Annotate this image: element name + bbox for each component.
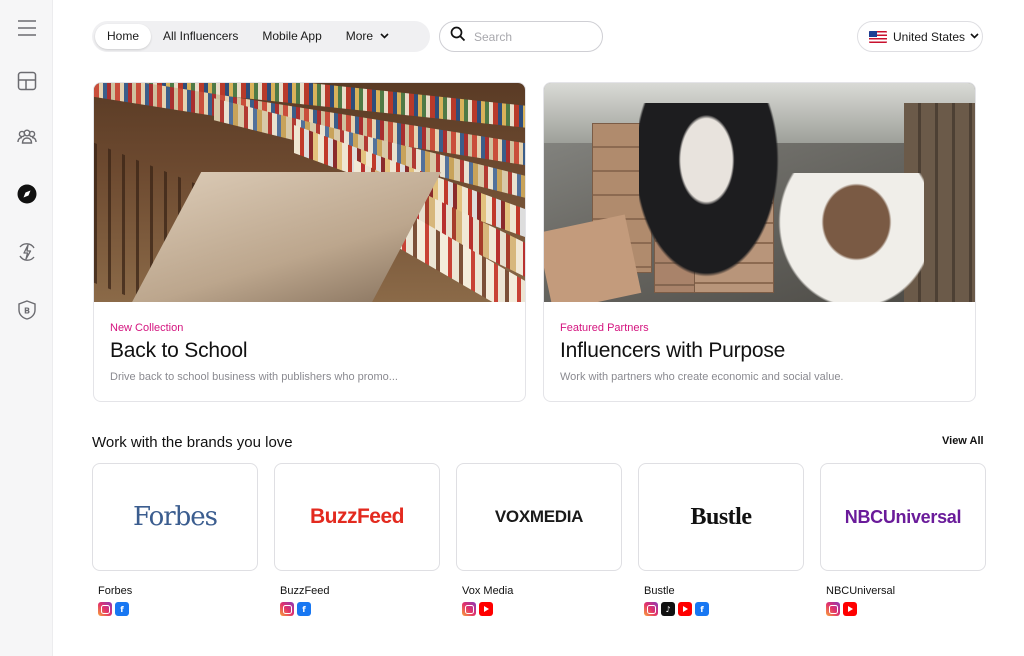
brand-card-bustle[interactable]: Bustle Bustle ♪ f — [638, 463, 804, 616]
card-kicker: Featured Partners — [560, 322, 649, 334]
card-title: Influencers with Purpose — [560, 339, 786, 362]
brand-name: Bustle — [644, 585, 675, 597]
instagram-icon[interactable] — [644, 602, 658, 616]
search-icon — [450, 26, 466, 47]
view-all-link[interactable]: View All — [942, 435, 984, 447]
youtube-icon[interactable] — [479, 602, 493, 616]
compass-icon[interactable] — [14, 181, 40, 207]
brand-socials: ♪ f — [638, 602, 804, 616]
card-title: Back to School — [110, 339, 248, 362]
brand-name: Forbes — [98, 585, 133, 597]
brand-socials — [820, 602, 986, 616]
brand-socials: f — [274, 602, 440, 616]
card-description: Drive back to school business with publi… — [110, 371, 398, 383]
brand-card-vox-media[interactable]: VOXMEDIA Vox Media — [456, 463, 622, 616]
search-box[interactable] — [439, 21, 603, 52]
sidebar: B — [0, 0, 53, 656]
country-selector[interactable]: United States — [857, 21, 983, 52]
youtube-icon[interactable] — [678, 602, 692, 616]
svg-text:B: B — [24, 307, 30, 316]
bustle-logo: Bustle — [690, 503, 752, 530]
badge-icon[interactable]: B — [14, 297, 40, 323]
brand-name: NBCUniversal — [826, 585, 896, 597]
card-kicker: New Collection — [110, 322, 184, 334]
nav-more[interactable]: More — [334, 24, 402, 49]
nbcuniversal-logo: NBCUniversal — [844, 506, 962, 527]
brand-logo-tile[interactable]: Bustle — [638, 463, 804, 571]
youtube-icon[interactable] — [843, 602, 857, 616]
library-image — [94, 83, 525, 302]
brand-card-buzzfeed[interactable]: BuzzFeed BuzzFeed f — [274, 463, 440, 616]
top-nav: Home All Influencers Mobile App More — [92, 21, 430, 52]
buzzfeed-logo: BuzzFeed — [309, 505, 405, 528]
instagram-icon[interactable] — [98, 602, 112, 616]
brand-logo-tile[interactable]: VOXMEDIA — [456, 463, 622, 571]
brand-name: Vox Media — [462, 585, 514, 597]
voxmedia-logo: VOXMEDIA — [494, 507, 584, 526]
instagram-icon[interactable] — [462, 602, 476, 616]
facebook-icon[interactable]: f — [695, 602, 709, 616]
brand-socials: f — [92, 602, 258, 616]
instagram-icon[interactable] — [826, 602, 840, 616]
brand-logo-tile[interactable]: BuzzFeed — [274, 463, 440, 571]
collection-card-influencers-with-purpose[interactable]: Featured Partners Influencers with Purpo… — [543, 82, 976, 402]
lightning-icon[interactable] — [14, 239, 40, 265]
nav-all-influencers[interactable]: All Influencers — [151, 24, 250, 49]
search-input[interactable] — [474, 29, 584, 44]
facebook-icon[interactable]: f — [297, 602, 311, 616]
brand-card-nbcuniversal[interactable]: NBCUniversal NBCUniversal — [820, 463, 986, 616]
card-description: Work with partners who create economic a… — [560, 371, 844, 383]
country-label: United States — [893, 29, 966, 44]
brands-section-title: Work with the brands you love — [92, 434, 293, 451]
brand-logo-tile[interactable]: Forbes — [92, 463, 258, 571]
brand-card-forbes[interactable]: Forbes Forbes f — [92, 463, 258, 616]
collection-card-back-to-school[interactable]: New Collection Back to School Drive back… — [93, 82, 526, 402]
brand-name: BuzzFeed — [280, 585, 330, 597]
people-icon[interactable] — [14, 124, 40, 150]
menu-icon[interactable] — [14, 15, 40, 41]
brand-socials — [456, 602, 622, 616]
facebook-icon[interactable]: f — [115, 602, 129, 616]
instagram-icon[interactable] — [280, 602, 294, 616]
tiktok-icon[interactable]: ♪ — [661, 602, 675, 616]
brand-logo-tile[interactable]: NBCUniversal — [820, 463, 986, 571]
us-flag-icon — [869, 30, 887, 43]
nav-more-label: More — [345, 29, 374, 43]
chevron-down-icon — [970, 31, 979, 42]
nav-mobile-app[interactable]: Mobile App — [250, 24, 333, 49]
dashboard-icon[interactable] — [14, 68, 40, 94]
volunteers-image — [544, 83, 975, 302]
forbes-logo: Forbes — [132, 502, 218, 532]
chevron-down-icon — [380, 24, 390, 49]
nav-home[interactable]: Home — [95, 24, 152, 49]
